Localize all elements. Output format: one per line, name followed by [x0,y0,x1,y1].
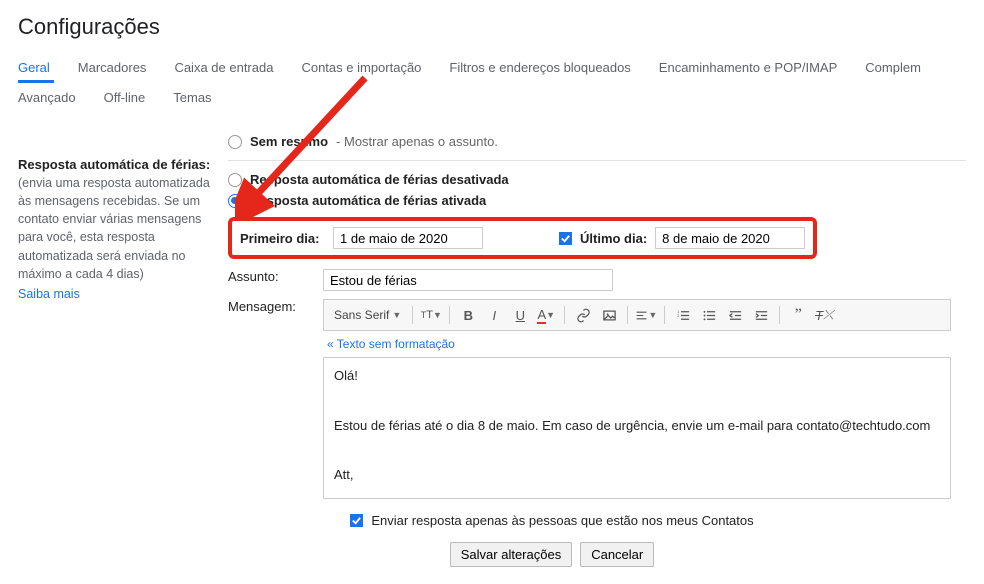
tab-encaminhamento[interactable]: Encaminhamento e POP/IMAP [659,50,851,83]
last-day-checkbox[interactable] [559,232,572,245]
underline-icon[interactable]: U [509,304,531,326]
last-day-input[interactable] [655,227,805,249]
settings-form: Sem resumo - Mostrar apenas o assunto. R… [228,131,966,567]
msg-main: Estou de férias até o dia 8 de maio. Em … [334,416,940,437]
sidebar-section: Resposta automática de férias: (envia um… [18,131,228,567]
bold-icon[interactable]: B [457,304,479,326]
tabs-row-1: Geral Marcadores Caixa de entrada Contas… [0,50,984,84]
message-body-editor[interactable]: Olá! Estou de férias até o dia 8 de maio… [323,357,951,499]
tab-temas[interactable]: Temas [173,84,225,113]
tab-caixa-entrada[interactable]: Caixa de entrada [174,50,287,83]
numbered-list-icon[interactable]: 12 [672,304,694,326]
bullet-list-icon[interactable] [698,304,720,326]
no-summary-desc: - Mostrar apenas o assunto. [336,134,498,149]
svg-text:2: 2 [677,313,679,317]
tab-marcadores[interactable]: Marcadores [78,50,161,83]
clear-format-icon[interactable]: T⤫ [813,304,835,326]
last-day-label: Último dia: [580,231,647,246]
first-day-input[interactable] [333,227,483,249]
editor-toolbar: Sans Serif ▼ TT▼ B I U A▼ ▼ 12 [323,299,951,331]
save-button[interactable]: Salvar alterações [450,542,572,567]
tab-avancado[interactable]: Avançado [18,84,90,113]
no-summary-label: Sem resumo [250,134,328,149]
quote-icon[interactable]: ” [787,304,809,326]
radio-vacation-off[interactable] [228,173,242,187]
text-color-icon[interactable]: A▼ [535,304,557,326]
tabs-row-2: Avançado Off-line Temas [0,84,984,123]
indent-less-icon[interactable] [724,304,746,326]
radio-no-summary[interactable] [228,135,242,149]
image-icon[interactable] [598,304,620,326]
section-desc: (envia uma resposta automatizada às mens… [18,174,216,283]
tab-contas-importacao[interactable]: Contas e importação [301,50,435,83]
msg-greeting: Olá! [334,366,940,387]
align-icon[interactable]: ▼ [635,304,657,326]
first-day-label: Primeiro dia: [240,231,325,246]
tab-complem[interactable]: Complem [865,50,935,83]
cancel-button[interactable]: Cancelar [580,542,654,567]
contacts-only-checkbox[interactable] [350,514,363,527]
font-selector[interactable]: Sans Serif ▼ [330,308,405,322]
date-range-highlight: Primeiro dia: Último dia: [228,217,817,259]
subject-input[interactable] [323,269,613,291]
plain-text-link[interactable]: « Texto sem formatação [323,331,459,357]
section-label: Resposta automática de férias: [18,157,216,172]
indent-more-icon[interactable] [750,304,772,326]
tab-offline[interactable]: Off-line [104,84,160,113]
link-icon[interactable] [572,304,594,326]
learn-more-link[interactable]: Saiba mais [18,287,80,301]
italic-icon[interactable]: I [483,304,505,326]
font-size-icon[interactable]: TT▼ [420,304,442,326]
message-label: Mensagem: [228,299,313,314]
subject-label: Assunto: [228,269,313,284]
msg-sign: Att, [334,465,940,486]
contacts-only-label: Enviar resposta apenas às pessoas que es… [371,513,753,528]
tab-geral[interactable]: Geral [18,50,64,83]
radio-vacation-on[interactable] [228,194,242,208]
tab-filtros[interactable]: Filtros e endereços bloqueados [449,50,644,83]
page-title: Configurações [0,0,984,50]
vacation-off-label: Resposta automática de férias desativada [250,172,509,187]
vacation-on-label: Resposta automática de férias ativada [250,193,486,208]
